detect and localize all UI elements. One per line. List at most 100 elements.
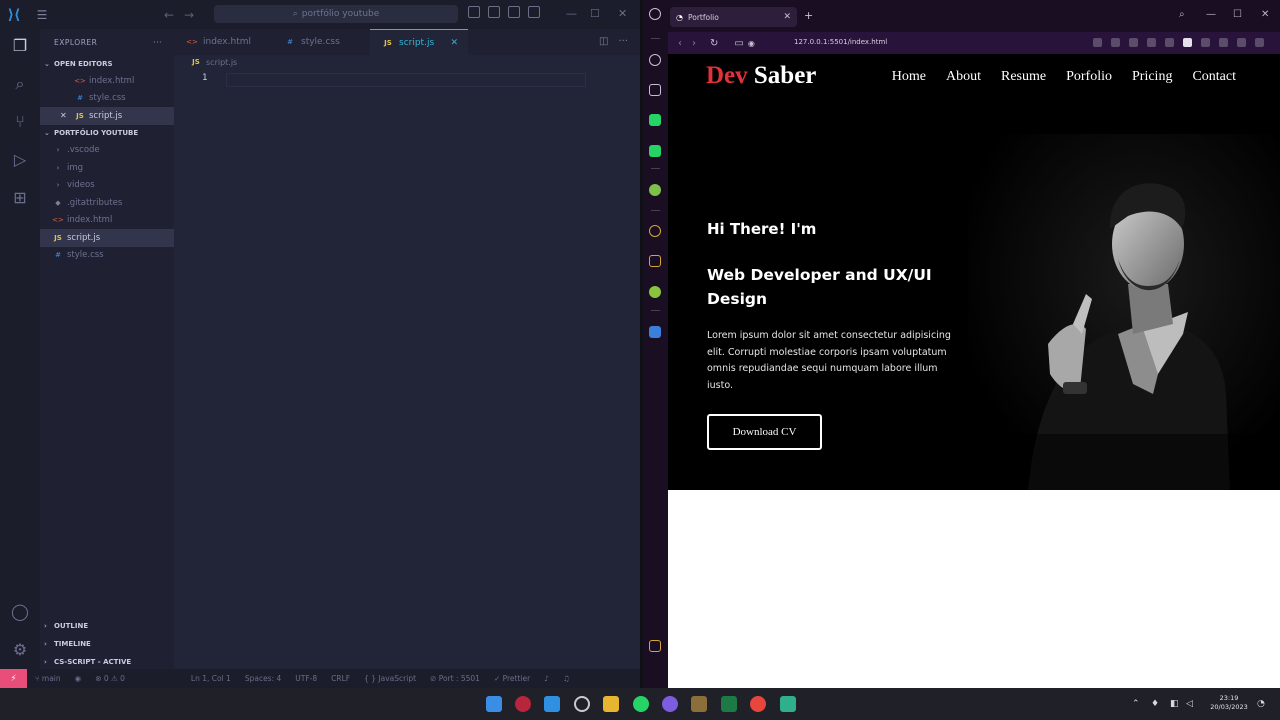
back-icon[interactable]: ‹ xyxy=(678,38,682,49)
site-info-icon[interactable]: ▭ xyxy=(734,38,743,49)
forward-icon[interactable]: › xyxy=(692,38,696,49)
file-item[interactable]: <> index.html xyxy=(40,212,174,230)
open-editor-item[interactable]: <> index.html xyxy=(40,72,174,90)
explorer-icon[interactable]: ❐ xyxy=(9,35,31,57)
search-icon[interactable]: ⌕ xyxy=(9,73,31,95)
extensions-icon[interactable]: ⊞ xyxy=(9,187,31,209)
back-forward-icon[interactable]: ←→ xyxy=(164,8,204,22)
whatsapp-icon[interactable] xyxy=(649,114,661,126)
chrome-taskbar-icon[interactable] xyxy=(750,696,766,712)
minimize-icon[interactable]: — xyxy=(1206,9,1216,20)
toggle-secondary-sidebar-icon[interactable] xyxy=(508,6,520,18)
vscode-taskbar-icon[interactable] xyxy=(544,696,560,712)
nav-resume[interactable]: Resume xyxy=(1001,69,1046,85)
file-explorer-icon[interactable] xyxy=(603,696,619,712)
menu-icon[interactable] xyxy=(1255,38,1264,47)
aria-icon[interactable] xyxy=(649,54,661,66)
language-mode[interactable]: { } JavaScript xyxy=(364,674,416,683)
toggle-panel-icon[interactable] xyxy=(488,6,500,18)
file-item[interactable]: ◆ .gitattributes xyxy=(40,194,174,212)
prettier-status[interactable]: ✓ Prettier xyxy=(494,674,530,683)
file-item[interactable]: JS script.js xyxy=(40,229,174,247)
game-taskbar-icon[interactable] xyxy=(691,696,707,712)
timeline-section[interactable]: › TIMELINE xyxy=(40,635,174,652)
app-taskbar-icon[interactable] xyxy=(662,696,678,712)
network-icon[interactable]: ◧ xyxy=(1170,699,1179,709)
vpn-icon[interactable]: ◉ xyxy=(748,39,755,48)
sync-icon[interactable]: ◉ xyxy=(75,674,82,683)
source-control-icon[interactable]: ⑂ xyxy=(9,111,31,133)
browser-tab-portfolio[interactable]: ◔ Portfolio ✕ xyxy=(670,7,797,27)
close-tab-icon[interactable]: ✕ xyxy=(450,38,458,48)
url-input[interactable]: 127.0.0.1:5501/index.html xyxy=(794,38,887,46)
tab-index-html[interactable]: <> index.html xyxy=(174,29,272,55)
outline-section[interactable]: › OUTLINE xyxy=(40,617,174,634)
excel-taskbar-icon[interactable] xyxy=(721,696,737,712)
split-editor-icon[interactable]: ◫ xyxy=(599,36,608,47)
play-icon[interactable] xyxy=(1147,38,1156,47)
hamburger-menu-icon[interactable]: ☰ xyxy=(28,8,56,22)
encoding[interactable]: UTF-8 xyxy=(295,674,317,683)
reload-icon[interactable]: ↻ xyxy=(710,38,718,49)
system-clock[interactable]: 23:19 20/03/2023 xyxy=(1206,694,1252,712)
nav-home[interactable]: Home xyxy=(892,69,926,85)
player-icon[interactable] xyxy=(649,184,661,196)
folder-item[interactable]: › .vscode xyxy=(40,142,174,160)
new-tab-icon[interactable]: + xyxy=(804,9,813,22)
customize-layout-icon[interactable] xyxy=(528,6,540,18)
tab-style-css[interactable]: # style.css xyxy=(272,29,370,55)
opera-gx-taskbar-icon[interactable] xyxy=(574,696,590,712)
download-icon[interactable] xyxy=(1237,38,1246,47)
feedback-icon[interactable]: ♪ xyxy=(544,674,549,683)
snapshot-icon[interactable] xyxy=(1093,38,1102,47)
close-icon[interactable]: ✕ xyxy=(60,111,74,120)
close-icon[interactable]: ✕ xyxy=(618,7,627,20)
command-center-search[interactable]: ⌕ portfólio youtube xyxy=(214,5,458,23)
close-icon[interactable]: ✕ xyxy=(1261,9,1269,20)
show-hidden-icons-icon[interactable]: ⌃ xyxy=(1132,699,1140,709)
whatsapp-taskbar-icon[interactable] xyxy=(633,696,649,712)
nav-contact[interactable]: Contact xyxy=(1192,69,1236,85)
problems-indicator[interactable]: ⊗ 0 ⚠ 0 xyxy=(95,674,125,683)
close-tab-icon[interactable]: ✕ xyxy=(783,12,791,22)
nav-portfolio[interactable]: Porfolio xyxy=(1066,69,1112,85)
project-section[interactable]: ⌄ PORTFÓLIO YOUTUBE xyxy=(40,125,174,142)
toggle-sidebar-icon[interactable] xyxy=(468,6,480,18)
open-editor-item[interactable]: ✕ JS script.js xyxy=(40,107,174,125)
extensions-cube-icon[interactable] xyxy=(649,255,661,267)
easy-setup-icon[interactable] xyxy=(1183,38,1192,47)
folder-item[interactable]: › videos xyxy=(40,177,174,195)
more-actions-icon[interactable]: ··· xyxy=(153,38,162,47)
maximize-icon[interactable]: ☐ xyxy=(1233,9,1242,20)
opera-logo-icon[interactable] xyxy=(649,8,661,20)
shield-icon[interactable] xyxy=(1129,38,1138,47)
opera-taskbar-icon[interactable] xyxy=(515,696,531,712)
sidebar-settings-icon[interactable] xyxy=(649,640,661,652)
notification-bell-icon[interactable]: ◔ xyxy=(1257,699,1265,709)
folder-item[interactable]: › img xyxy=(40,159,174,177)
site-logo[interactable]: Dev Saber xyxy=(706,62,816,90)
open-editors-section[interactable]: ⌄ OPEN EDITORS xyxy=(40,55,174,72)
remote-indicator-icon[interactable]: ⚡ xyxy=(0,669,27,688)
start-menu-icon[interactable] xyxy=(486,696,502,712)
indentation[interactable]: Spaces: 4 xyxy=(245,674,281,683)
settings-icon[interactable] xyxy=(649,286,661,298)
gear-icon[interactable]: ⚙ xyxy=(9,639,31,661)
account-icon[interactable]: ◯ xyxy=(9,601,31,623)
cs-script-section[interactable]: › CS-SCRIPT - ACTIVE xyxy=(40,653,174,670)
open-editor-item[interactable]: # style.css xyxy=(40,90,174,108)
download-cv-button[interactable]: Download CV xyxy=(707,414,822,450)
notifications-icon[interactable]: ♫ xyxy=(563,674,570,683)
tab-script-js[interactable]: JS script.js ✕ xyxy=(370,29,468,55)
home-icon[interactable] xyxy=(649,84,661,96)
browser-search-icon[interactable]: ⌕ xyxy=(1179,9,1185,20)
breadcrumb[interactable]: JS script.js xyxy=(190,58,237,67)
code-editor[interactable]: 1 xyxy=(174,73,640,87)
heart-icon[interactable] xyxy=(1165,38,1174,47)
maximize-icon[interactable]: ☐ xyxy=(590,7,600,20)
minimize-icon[interactable]: — xyxy=(566,7,577,20)
account-icon[interactable] xyxy=(1219,38,1228,47)
nav-pricing[interactable]: Pricing xyxy=(1132,69,1172,85)
more-actions-icon[interactable]: ··· xyxy=(618,36,628,47)
cursor-position[interactable]: Ln 1, Col 1 xyxy=(191,674,231,683)
